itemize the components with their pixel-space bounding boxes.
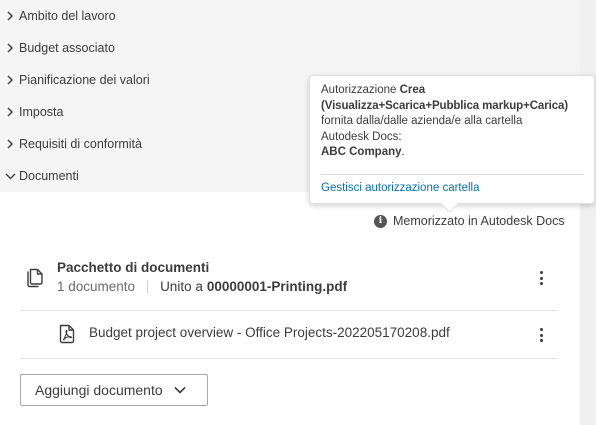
scrollbar[interactable] [580, 0, 596, 425]
section-label: Documenti [19, 169, 79, 183]
tooltip-line-3: fornita dalla/dalle azienda/e alla carte… [321, 115, 523, 127]
section-label: Pianificazione dei valori [19, 73, 150, 87]
section-label: Budget associato [19, 41, 115, 55]
section-label: Ambito del lavoro [19, 9, 116, 23]
tooltip-company-suffix: . [401, 146, 405, 158]
section-ambito-del-lavoro[interactable]: Ambito del lavoro [0, 0, 580, 32]
pdf-icon [58, 324, 76, 349]
package-more-menu-icon[interactable] [532, 267, 550, 289]
chevron-right-icon [1, 96, 19, 128]
meta-divider [147, 280, 149, 293]
tooltip-line-4: Autodesk Docs: [321, 130, 402, 143]
chevron-right-icon [1, 128, 19, 160]
section-budget-associato[interactable]: Budget associato [0, 32, 580, 64]
package-title: Pacchetto di documenti [57, 260, 210, 275]
tooltip-divider [321, 174, 584, 175]
storage-note[interactable]: i Memorizzato in Autodesk Docs [374, 212, 565, 230]
tooltip-prefix: Autorizzazione [321, 84, 400, 96]
tooltip-line-1: Autorizzazione Crea [321, 83, 589, 99]
chevron-right-icon [1, 64, 19, 96]
joined-file-name: 00000001-Printing.pdf [206, 279, 348, 294]
tooltip-company-line: ABC Company. [321, 145, 589, 161]
package-meta: 1 documento Unito a 00000001-Printing.pd… [57, 279, 347, 294]
tooltip-permission-list: (Visualizza+Scarica+Pubblica markup+Cari… [321, 99, 569, 112]
file-name[interactable]: Budget project overview - Office Project… [89, 325, 450, 340]
chevron-down-icon [174, 386, 186, 394]
tooltip-company: ABC Company [321, 146, 402, 158]
section-label: Requisiti di conformità [19, 137, 142, 151]
add-document-label: Aggiungi documento [35, 382, 163, 398]
file-more-menu-icon[interactable] [532, 324, 550, 346]
document-count: 1 documento [57, 279, 136, 294]
tooltip-arrow [440, 194, 459, 213]
documents-stack-icon [26, 266, 46, 293]
add-document-button[interactable]: Aggiungi documento [20, 374, 208, 406]
tooltip-body: Autorizzazione Crea (Visualizza+Scarica+… [321, 83, 589, 161]
chevron-right-icon [1, 32, 19, 64]
chevron-down-icon [1, 160, 19, 192]
chevron-right-icon [1, 0, 19, 32]
manage-folder-permission-link[interactable]: Gestisci autorizzazione cartella [321, 181, 480, 197]
tooltip-permission-name: Crea [399, 84, 426, 96]
document-package-row[interactable]: Pacchetto di documenti 1 documento Unito… [20, 252, 558, 311]
joined-prefix: Unito a [160, 279, 203, 294]
info-icon[interactable]: i [374, 214, 387, 228]
file-row[interactable]: Budget project overview - Office Project… [20, 311, 558, 359]
section-label: Imposta [19, 105, 64, 119]
storage-note-text: Memorizzato in Autodesk Docs [393, 214, 565, 228]
permission-tooltip: Autorizzazione Crea (Visualizza+Scarica+… [309, 75, 595, 213]
